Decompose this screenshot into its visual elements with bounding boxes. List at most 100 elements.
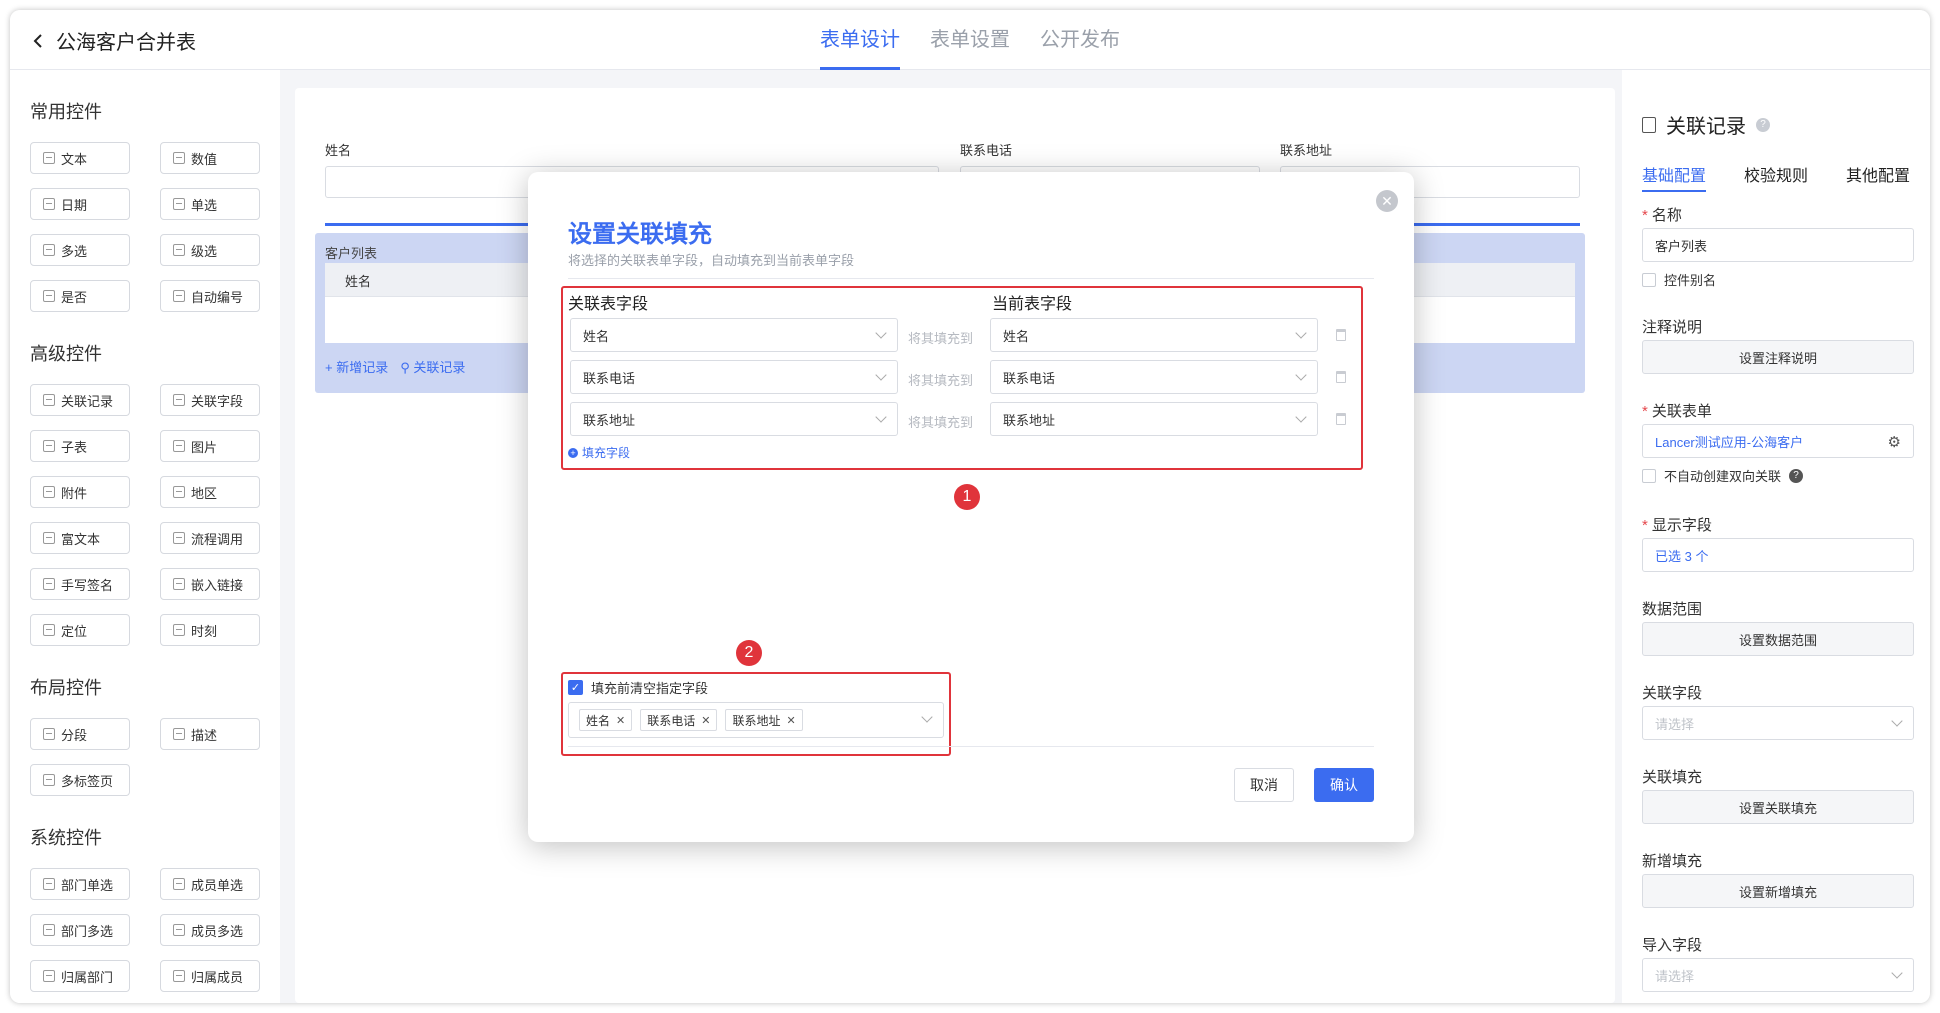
confirm-button[interactable]: 确认 (1314, 768, 1374, 802)
chevron-down-icon (1891, 715, 1903, 727)
region-icon (173, 486, 185, 498)
section-title: 布局控件 (30, 678, 102, 698)
tab-basic[interactable]: 基础配置 (1642, 162, 1707, 192)
plus-icon: + (568, 447, 578, 458)
control-item[interactable]: 部门多选 (30, 914, 130, 946)
department-icon (43, 878, 55, 890)
control-item[interactable]: 分段 (30, 718, 130, 750)
source-field-select[interactable]: 姓名 (570, 318, 898, 352)
set-data-range-button[interactable]: 设置数据范围 (1642, 622, 1914, 656)
source-field-select[interactable]: 联系电话 (570, 360, 898, 394)
tab-form-design[interactable]: 表单设计 (820, 10, 900, 70)
control-item[interactable]: 多标签页 (30, 764, 130, 796)
control-item[interactable]: 嵌入链接 (160, 568, 260, 600)
form-icon (1642, 116, 1656, 133)
control-item[interactable]: 描述 (160, 718, 260, 750)
display-fields-input[interactable]: 已选 3 个 (1642, 538, 1914, 572)
target-field-select[interactable]: 姓名 (990, 318, 1318, 352)
trash-icon[interactable] (1336, 371, 1346, 383)
set-link-fill-button[interactable]: 设置关联填充 (1642, 790, 1914, 824)
no-bidirectional-checkbox[interactable]: 不自动创建双向关联? (1642, 466, 1804, 485)
link-form-input[interactable]: Lancer测试应用-公海客户 ⚙ (1642, 424, 1914, 458)
fill-to-label: 将其填充到 (908, 415, 974, 430)
alias-checkbox[interactable]: 控件别名 (1642, 270, 1716, 289)
gear-icon[interactable]: ⚙ (1888, 433, 1901, 451)
control-item[interactable]: 部门单选 (30, 868, 130, 900)
control-item[interactable]: 归属成员 (160, 960, 260, 992)
control-item[interactable]: 定位 (30, 614, 130, 646)
tag: 联系地址 ✕ (725, 709, 803, 731)
control-grid: 分段 描述 多标签页 (30, 718, 260, 796)
workflow-icon (173, 532, 185, 544)
tab-form-settings[interactable]: 表单设置 (930, 10, 1010, 70)
control-item[interactable]: 子表 (30, 430, 130, 462)
name-input[interactable]: 客户列表 (1642, 228, 1914, 262)
chevron-down-icon (1891, 967, 1903, 979)
control-item[interactable]: 成员多选 (160, 914, 260, 946)
tab-publish[interactable]: 公开发布 (1040, 10, 1120, 70)
link-field-select[interactable]: 请选择 (1642, 706, 1914, 740)
member-icon (173, 878, 185, 890)
tab-validation[interactable]: 校验规则 (1744, 162, 1808, 192)
close-icon[interactable]: ✕ (616, 714, 625, 727)
control-item[interactable]: 图片 (160, 430, 260, 462)
control-item[interactable]: 地区 (160, 476, 260, 508)
help-icon[interactable]: ? (1756, 117, 1770, 132)
add-fill-field-button[interactable]: + 填充字段 (568, 444, 630, 461)
tab-other[interactable]: 其他配置 (1846, 162, 1910, 192)
tag: 联系电话 ✕ (640, 709, 718, 731)
link-field-icon (173, 394, 185, 406)
close-icon[interactable]: ✕ (701, 714, 710, 727)
control-item[interactable]: 附件 (30, 476, 130, 508)
control-item[interactable]: 时刻 (160, 614, 260, 646)
description-icon (173, 728, 185, 740)
trash-icon[interactable] (1336, 329, 1346, 341)
back-button[interactable]: 公海客户合并表 (30, 26, 196, 55)
close-icon[interactable]: ✕ (1376, 190, 1398, 212)
import-field-select[interactable]: 请选择 (1642, 958, 1914, 992)
link-record-link[interactable]: ⚲ 关联记录 (400, 357, 465, 376)
chevron-down-icon (875, 411, 887, 423)
clear-fields-select[interactable]: 姓名 ✕ 联系电话 ✕ 联系地址 ✕ (568, 702, 944, 738)
source-field-select[interactable]: 联系地址 (570, 402, 898, 436)
chevron-down-icon (921, 711, 933, 723)
department-icon (43, 924, 55, 936)
clear-before-fill-checkbox[interactable]: ✓ 填充前清空指定字段 (568, 678, 708, 697)
control-item[interactable]: 富文本 (30, 522, 130, 554)
divider (568, 746, 1374, 747)
dialog-title: 设置关联填充 (568, 221, 712, 248)
toggle-icon (43, 290, 55, 302)
control-item[interactable]: 自动编号 (160, 280, 260, 312)
top-header: 公海客户合并表 表单设计 表单设置 公开发布 (10, 10, 1930, 70)
link-fill-dialog: ✕ 设置关联填充 将选择的关联表单字段，自动填充到当前表单字段 关联表字段 当前… (528, 172, 1414, 842)
cancel-button[interactable]: 取消 (1234, 768, 1294, 802)
control-item[interactable]: 日期 (30, 188, 130, 220)
control-item[interactable]: 级选 (160, 234, 260, 266)
control-item[interactable]: 流程调用 (160, 522, 260, 554)
member-icon (173, 924, 185, 936)
chevron-down-icon (1295, 369, 1307, 381)
control-item[interactable]: 关联字段 (160, 384, 260, 416)
set-note-button[interactable]: 设置注释说明 (1642, 340, 1914, 374)
control-item[interactable]: 成员单选 (160, 868, 260, 900)
chevron-down-icon (875, 327, 887, 339)
subtable-icon (43, 440, 55, 452)
close-icon[interactable]: ✕ (786, 714, 795, 727)
control-item[interactable]: 单选 (160, 188, 260, 220)
control-item[interactable]: 是否 (30, 280, 130, 312)
control-item[interactable]: 手写签名 (30, 568, 130, 600)
field-label-phone: 联系电话 (960, 143, 1013, 158)
add-record-link[interactable]: + 新增记录 (325, 357, 388, 376)
note-label: 注释说明 (1642, 319, 1703, 336)
trash-icon[interactable] (1336, 413, 1346, 425)
control-item[interactable]: 关联记录 (30, 384, 130, 416)
control-item[interactable]: 数值 (160, 142, 260, 174)
clock-icon (173, 624, 185, 636)
target-field-select[interactable]: 联系地址 (990, 402, 1318, 436)
target-field-select[interactable]: 联系电话 (990, 360, 1318, 394)
control-item[interactable]: 多选 (30, 234, 130, 266)
set-new-fill-button[interactable]: 设置新增填充 (1642, 874, 1914, 908)
control-item[interactable]: 归属部门 (30, 960, 130, 992)
help-icon[interactable]: ? (1789, 468, 1804, 483)
control-item[interactable]: 文本 (30, 142, 130, 174)
